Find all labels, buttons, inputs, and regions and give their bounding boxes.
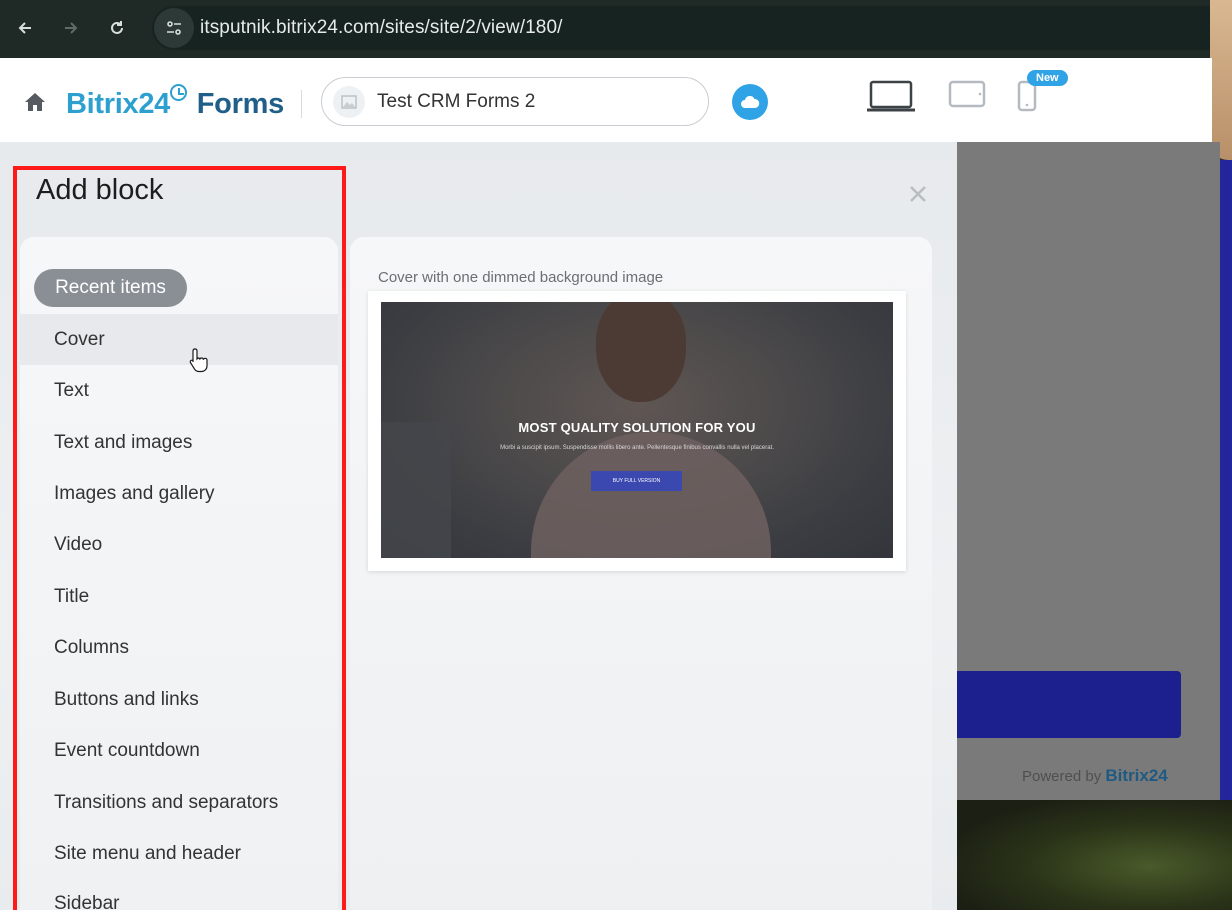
preview-button: BUY FULL VERSION xyxy=(591,471,682,491)
brand-suffix: Forms xyxy=(196,88,284,120)
powered-by-label: Powered by xyxy=(1022,768,1102,785)
cloud-icon[interactable] xyxy=(732,84,768,120)
background-photo xyxy=(957,800,1232,910)
preview-submit-button[interactable] xyxy=(957,671,1181,738)
block-caption: Cover with one dimmed background image xyxy=(378,269,664,286)
desktop-view-icon[interactable] xyxy=(866,80,916,114)
preview-headline: MOST QUALITY SOLUTION FOR YOU xyxy=(518,420,756,435)
back-icon[interactable] xyxy=(11,14,39,42)
webcam-edge xyxy=(1210,0,1232,160)
powered-by: Powered by Bitrix24 xyxy=(1022,766,1168,786)
brand-logo: Bitrix24 Forms xyxy=(66,84,284,121)
brand-main: Bitrix24 xyxy=(66,88,170,120)
forward-icon[interactable] xyxy=(57,14,85,42)
url-text[interactable]: itsputnik.bitrix24.com/sites/site/2/view… xyxy=(200,17,563,39)
block-preview-image[interactable]: MOST QUALITY SOLUTION FOR YOU Morbi a su… xyxy=(381,302,893,558)
reload-icon[interactable] xyxy=(103,14,131,42)
close-icon[interactable] xyxy=(904,180,932,208)
tablet-view-icon[interactable] xyxy=(948,80,986,110)
preview-subtext: Morbi a suscipit ipsum. Suspendisse moll… xyxy=(500,445,774,451)
preview-edge xyxy=(1220,160,1232,800)
site-settings-icon[interactable] xyxy=(154,8,194,48)
home-icon[interactable] xyxy=(22,90,48,114)
powered-by-brand: Bitrix24 xyxy=(1105,766,1168,785)
clock-icon xyxy=(170,84,187,101)
address-bar[interactable]: itsputnik.bitrix24.com/sites/site/2/view… xyxy=(152,6,1232,50)
divider xyxy=(301,90,302,118)
hand-cursor-icon xyxy=(189,348,208,373)
app-header: Bitrix24 Forms Test CRM Forms 2 New xyxy=(0,58,1212,142)
site-selector[interactable]: Test CRM Forms 2 xyxy=(321,77,709,126)
new-badge: New xyxy=(1027,70,1068,86)
highlight-frame xyxy=(13,166,346,910)
image-icon xyxy=(333,85,365,118)
browser-toolbar: itsputnik.bitrix24.com/sites/site/2/view… xyxy=(0,0,1232,58)
site-name: Test CRM Forms 2 xyxy=(377,90,536,112)
